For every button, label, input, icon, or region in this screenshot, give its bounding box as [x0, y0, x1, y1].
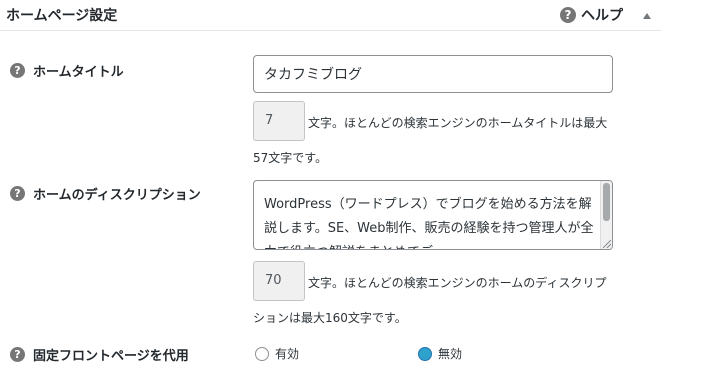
static-front-page-label[interactable]: ? 固定フロントページを代用 [10, 345, 189, 364]
static-front-page-label-text: 固定フロントページを代用 [33, 349, 189, 364]
home-description-text: WordPress（ワードプレス）でブログを始める方法を解説します。SE、Web… [264, 197, 594, 249]
radio-enabled[interactable]: 有効 [255, 345, 299, 362]
radio-disabled[interactable]: 無効 [418, 345, 462, 362]
home-description-char-counter: 70 [253, 261, 305, 301]
help-toggle-button[interactable]: ? ヘルプ [560, 5, 623, 25]
home-title-desc-line1: 文字。ほとんどの検索エンジンのホームタイトルは最大 [308, 116, 608, 130]
help-icon: ? [560, 7, 576, 23]
textarea-scrollbar-thumb[interactable] [603, 183, 610, 221]
radio-enabled-circle[interactable] [255, 346, 269, 361]
radio-disabled-circle[interactable] [418, 346, 432, 361]
panel-title: ホームページ設定 [6, 8, 118, 24]
textarea-scrollbar[interactable] [600, 181, 612, 249]
home-title-char-counter: 7 [253, 101, 305, 141]
collapse-arrow-icon[interactable] [643, 13, 651, 19]
home-title-label[interactable]: ? ホームタイトル [10, 61, 124, 80]
textarea-resize-handle[interactable] [603, 240, 611, 248]
help-label: ヘルプ [581, 8, 623, 24]
help-icon: ? [10, 347, 25, 362]
radio-disabled-label: 無効 [438, 347, 463, 361]
home-description-label[interactable]: ? ホームのディスクリプション [10, 184, 201, 203]
home-description-textarea[interactable]: WordPress（ワードプレス）でブログを始める方法を解説します。SE、Web… [253, 180, 613, 250]
home-description-label-text: ホームのディスクリプション [33, 188, 201, 203]
home-description-desc-line2: ションは最大160文字です。 [253, 311, 407, 325]
help-icon: ? [10, 186, 25, 201]
radio-enabled-label: 有効 [275, 347, 300, 361]
home-title-input[interactable] [253, 55, 613, 93]
panel-header: ホームページ設定 ? ヘルプ [0, 0, 661, 31]
help-icon: ? [10, 63, 25, 78]
home-title-label-text: ホームタイトル [33, 65, 124, 80]
home-title-desc-line2: 57文字です。 [253, 151, 328, 165]
home-description-desc-line1: 文字。ほとんどの検索エンジンのホームのディスクリプ [308, 276, 607, 290]
